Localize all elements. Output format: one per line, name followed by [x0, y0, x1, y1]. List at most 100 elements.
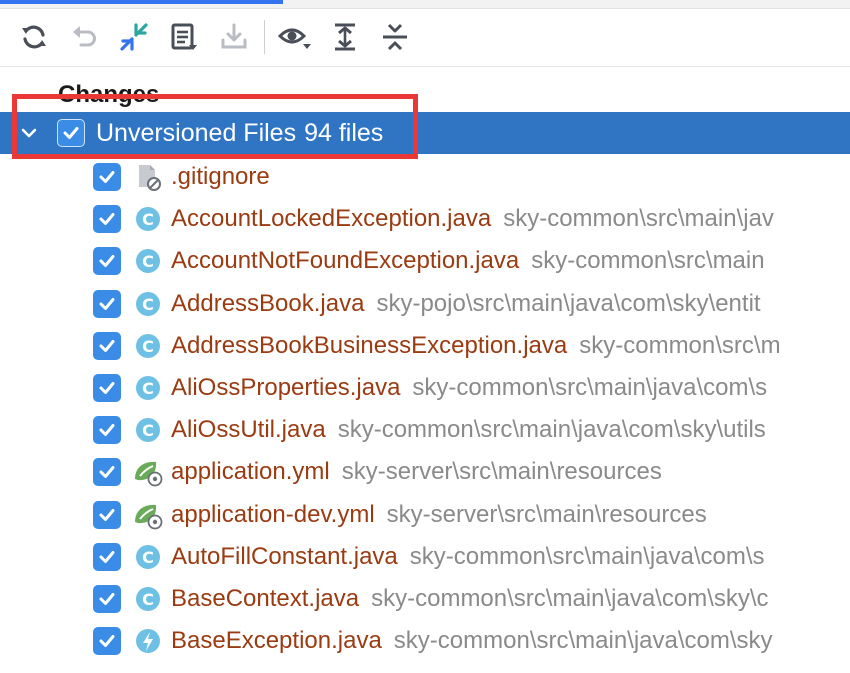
file-name: AddressBook.java	[171, 289, 365, 317]
class-icon: C	[132, 204, 164, 234]
class-icon: C	[132, 289, 164, 319]
file-name: AutoFillConstant.java	[171, 542, 398, 570]
tool-window-tab-strip	[0, 0, 850, 9]
expand-all-icon[interactable]	[325, 17, 365, 57]
file-name: BaseContext.java	[171, 585, 360, 612]
active-tab-indicator	[0, 0, 283, 4]
diff-icon[interactable]	[114, 17, 154, 57]
file-path: sky-pojo\src\main\java\com\sky\entit	[376, 289, 761, 317]
ignore-file-icon	[132, 162, 164, 192]
file-checkbox[interactable]	[93, 458, 121, 487]
checkmark-icon	[99, 508, 115, 521]
file-checkbox[interactable]	[93, 627, 121, 656]
file-name: application.yml	[171, 458, 330, 486]
collapse-all-icon[interactable]	[375, 17, 415, 57]
file-row[interactable]: C AccountNotFoundException.java sky-common…	[0, 240, 850, 282]
commit-message-icon[interactable]	[164, 17, 204, 57]
file-text: AccountLockedException.java sky-common\sr…	[171, 198, 774, 240]
checkmark-icon	[99, 466, 115, 479]
file-row[interactable]: C AliOssProperties.java sky-common\src\mai…	[0, 367, 850, 409]
toolbar-separator	[264, 20, 265, 54]
file-row[interactable]: C AutoFillConstant.java sky-common\src\mai…	[0, 536, 850, 578]
file-text: .gitignore	[171, 156, 282, 198]
file-path: sky-common\src\main	[531, 247, 765, 275]
file-path: sky-common\src\main\java\com\sky\c	[371, 585, 769, 612]
class-icon: C	[132, 584, 164, 614]
file-path: sky-common\src\main\java\com\sky\utils	[337, 416, 766, 444]
shelve-icon[interactable]	[214, 17, 254, 57]
file-path: sky-common\src\main\java\com\s	[412, 374, 768, 401]
file-checkbox[interactable]	[93, 585, 121, 613]
file-checkbox[interactable]	[93, 374, 121, 402]
class-icon: C	[132, 373, 164, 403]
checkmark-icon	[99, 255, 115, 268]
exception-class-icon	[132, 626, 164, 656]
file-checkbox[interactable]	[93, 247, 121, 276]
checkmark-icon	[99, 424, 115, 437]
checkmark-icon	[99, 550, 115, 563]
file-count: 94 files	[304, 119, 384, 147]
checkmark-icon	[99, 635, 115, 648]
file-row[interactable]: C AddressBookBusinessException.java sky-co…	[0, 325, 850, 367]
chevron-down-icon[interactable]	[20, 124, 38, 142]
spring-config-icon	[132, 500, 164, 530]
class-icon: C	[132, 415, 164, 445]
file-name: BaseException.java	[171, 627, 382, 655]
svg-text:C: C	[142, 590, 154, 609]
file-path: sky-common\src\m	[579, 331, 781, 359]
svg-text:C: C	[142, 252, 154, 271]
file-path: sky-common\src\main\jav	[503, 205, 774, 233]
file-row[interactable]: C AccountLockedException.java sky-common\s…	[0, 198, 850, 240]
file-row[interactable]: .gitignore	[0, 156, 850, 198]
file-row[interactable]: C AddressBook.java sky-pojo\src\main\java\…	[0, 283, 850, 325]
file-checkbox[interactable]	[93, 331, 121, 360]
class-icon: C	[132, 246, 164, 276]
unversioned-files-label: Unversioned Files 94 files	[96, 112, 383, 154]
node-label: Unversioned Files	[96, 119, 297, 147]
spring-config-icon	[132, 457, 164, 487]
file-checkbox[interactable]	[93, 289, 121, 318]
file-name: AccountLockedException.java	[171, 205, 492, 233]
file-path: sky-common\src\main\java\com\sky	[393, 627, 773, 655]
file-text: BaseException.java sky-common\src\main\ja…	[171, 620, 773, 662]
file-checkbox[interactable]	[93, 163, 121, 191]
checkmark-icon	[99, 171, 115, 183]
checkmark-icon	[99, 297, 115, 310]
file-name: AliOssUtil.java	[171, 416, 326, 444]
unversioned-files-checkbox[interactable]	[57, 119, 85, 147]
file-name: AddressBookBusinessException.java	[171, 331, 568, 359]
file-path: sky-common\src\main\java\com\s	[409, 542, 765, 570]
svg-text:C: C	[142, 379, 154, 398]
checkmark-icon	[99, 382, 115, 394]
file-row[interactable]: BaseException.java sky-common\src\main\ja…	[0, 620, 850, 662]
changes-toolbar	[0, 9, 850, 65]
checkmark-icon	[63, 127, 79, 139]
file-text: BaseContext.java sky-common\src\main\java…	[171, 578, 769, 620]
rollback-icon[interactable]	[64, 17, 104, 57]
refresh-icon[interactable]	[14, 17, 54, 57]
svg-text:C: C	[142, 210, 154, 229]
file-row[interactable]: C BaseContext.java sky-common\src\main\jav…	[0, 578, 850, 620]
checkmark-icon	[99, 593, 115, 605]
file-row[interactable]: C AliOssUtil.java sky-common\src\main\java…	[0, 409, 850, 451]
file-checkbox[interactable]	[93, 542, 121, 571]
file-checkbox[interactable]	[93, 205, 121, 234]
checkmark-icon	[99, 339, 115, 352]
file-checkbox[interactable]	[93, 500, 121, 529]
file-text: AliOssProperties.java sky-common\src\main…	[171, 367, 767, 409]
svg-text:C: C	[142, 548, 154, 567]
svg-text:C: C	[142, 337, 154, 356]
svg-text:C: C	[142, 295, 154, 314]
checkmark-icon	[99, 213, 115, 226]
file-name: .gitignore	[171, 163, 270, 190]
file-checkbox[interactable]	[93, 416, 121, 445]
changes-tree: Changes Unversioned Files 94 files .gitig…	[0, 66, 850, 673]
file-row[interactable]: application.yml sky-server\src\main\resou…	[0, 451, 850, 493]
svg-text:C: C	[142, 421, 154, 440]
class-icon: C	[132, 542, 164, 572]
file-row[interactable]: application-dev.yml sky-server\src\main\r…	[0, 494, 850, 536]
unversioned-files-node[interactable]: Unversioned Files 94 files	[0, 112, 850, 154]
view-options-icon[interactable]	[275, 17, 315, 57]
changes-group-title: Changes	[58, 81, 160, 108]
file-name: application-dev.yml	[171, 500, 375, 528]
